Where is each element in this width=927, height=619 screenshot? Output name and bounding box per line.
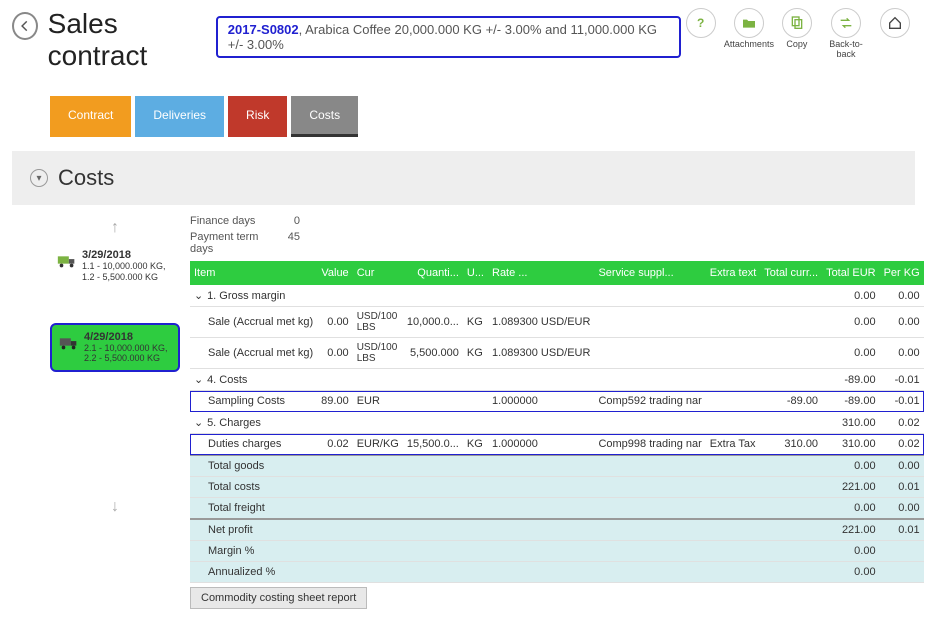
tab-contract[interactable]: Contract: [50, 96, 131, 137]
grid-header-row: Item Value Cur Quanti... U... Rate ... S…: [190, 261, 924, 285]
chevron-down-icon: ⌄: [194, 373, 204, 386]
summary-total-costs: Total costs 221.00 0.01: [190, 477, 924, 498]
contract-summary-pill: 2017-S0802, Arabica Coffee 20,000.000 KG…: [216, 16, 681, 58]
truck-icon: [58, 331, 80, 356]
payment-term-value: 45: [270, 231, 300, 255]
help-icon: ?: [693, 15, 709, 31]
col-uom[interactable]: U...: [463, 261, 488, 285]
group-costs[interactable]: ⌄ 4. Costs -89.00 -0.01: [190, 369, 924, 391]
scroll-down-button[interactable]: ↓: [111, 498, 119, 516]
summary-total-goods: Total goods 0.00 0.00: [190, 455, 924, 477]
tab-risk[interactable]: Risk: [228, 96, 287, 137]
tab-deliveries[interactable]: Deliveries: [135, 96, 224, 137]
tab-bar: Contract Deliveries Risk Costs: [0, 96, 927, 137]
col-rate[interactable]: Rate ...: [488, 261, 594, 285]
chevron-down-icon: ⌄: [194, 416, 204, 429]
table-row[interactable]: Sale (Accrual met kg) 0.00 USD/100 LBS 1…: [190, 307, 924, 338]
summary-margin: Margin % 0.00: [190, 541, 924, 562]
col-total-eur[interactable]: Total EUR: [822, 261, 880, 285]
col-qty[interactable]: Quanti...: [403, 261, 463, 285]
summary-annualized: Annualized % 0.00: [190, 562, 924, 583]
section-title: Costs: [58, 165, 114, 191]
tab-costs[interactable]: Costs: [291, 96, 358, 137]
finance-days-value: 0: [270, 215, 300, 227]
col-cur[interactable]: Cur: [353, 261, 403, 285]
collapse-button[interactable]: ▾: [30, 169, 48, 187]
finance-days-label: Finance days: [190, 215, 270, 227]
page-title: Sales contract: [48, 8, 208, 72]
col-item[interactable]: Item: [190, 261, 317, 285]
col-extra[interactable]: Extra text: [706, 261, 760, 285]
home-button[interactable]: [875, 8, 915, 60]
copy-button[interactable]: Copy: [777, 8, 817, 60]
delivery-date: 3/29/2018: [82, 249, 174, 261]
contract-id: 2017-S0802: [228, 22, 299, 37]
col-supplier[interactable]: Service suppl...: [594, 261, 705, 285]
arrow-left-icon: [18, 19, 32, 33]
row-duties-charges[interactable]: Duties charges 0.02 EUR/KG 15,500.0... K…: [190, 434, 924, 456]
col-value[interactable]: Value: [317, 261, 353, 285]
commodity-report-button[interactable]: Commodity costing sheet report: [190, 587, 367, 609]
delivery-date: 4/29/2018: [84, 331, 172, 343]
row-sampling-costs[interactable]: Sampling Costs 89.00 EUR 1.000000 Comp59…: [190, 391, 924, 412]
folder-icon: [741, 15, 757, 31]
section-header: ▾ Costs: [12, 151, 915, 205]
col-total-curr[interactable]: Total curr...: [760, 261, 822, 285]
summary-total-freight: Total freight 0.00 0.00: [190, 498, 924, 520]
svg-text:?: ?: [697, 16, 704, 30]
delivery-lines: 2.1 - 10,000.000 KG, 2.2 - 5,500.000 KG: [84, 343, 172, 365]
transfer-icon: [838, 15, 854, 31]
group-charges[interactable]: ⌄ 5. Charges 310.00 0.02: [190, 412, 924, 434]
delivery-card-active[interactable]: 4/29/2018 2.1 - 10,000.000 KG, 2.2 - 5,5…: [50, 323, 180, 373]
payment-term-label: Payment term days: [190, 231, 270, 255]
table-row[interactable]: Sale (Accrual met kg) 0.00 USD/100 LBS 5…: [190, 338, 924, 369]
back-to-back-button[interactable]: Back-to-back: [823, 8, 869, 60]
delivery-card[interactable]: 3/29/2018 1.1 - 10,000.000 KG, 1.2 - 5,5…: [50, 243, 180, 289]
col-per-kg[interactable]: Per KG: [880, 261, 924, 285]
truck-icon: [56, 249, 78, 274]
attachments-button[interactable]: Attachments: [727, 8, 771, 60]
help-button[interactable]: ?: [681, 8, 721, 60]
back-button[interactable]: [12, 12, 38, 40]
copy-icon: [789, 15, 805, 31]
cost-grid: Item Value Cur Quanti... U... Rate ... S…: [190, 261, 924, 583]
scroll-up-button[interactable]: ↑: [111, 219, 119, 237]
delivery-lines: 1.1 - 10,000.000 KG, 1.2 - 5,500.000 KG: [82, 261, 174, 283]
chevron-down-icon: ⌄: [194, 289, 204, 302]
group-gross-margin[interactable]: ⌄ 1. Gross margin 0.00 0.00: [190, 285, 924, 307]
home-icon: [887, 15, 903, 31]
summary-net-profit: Net profit 221.00 0.01: [190, 519, 924, 541]
